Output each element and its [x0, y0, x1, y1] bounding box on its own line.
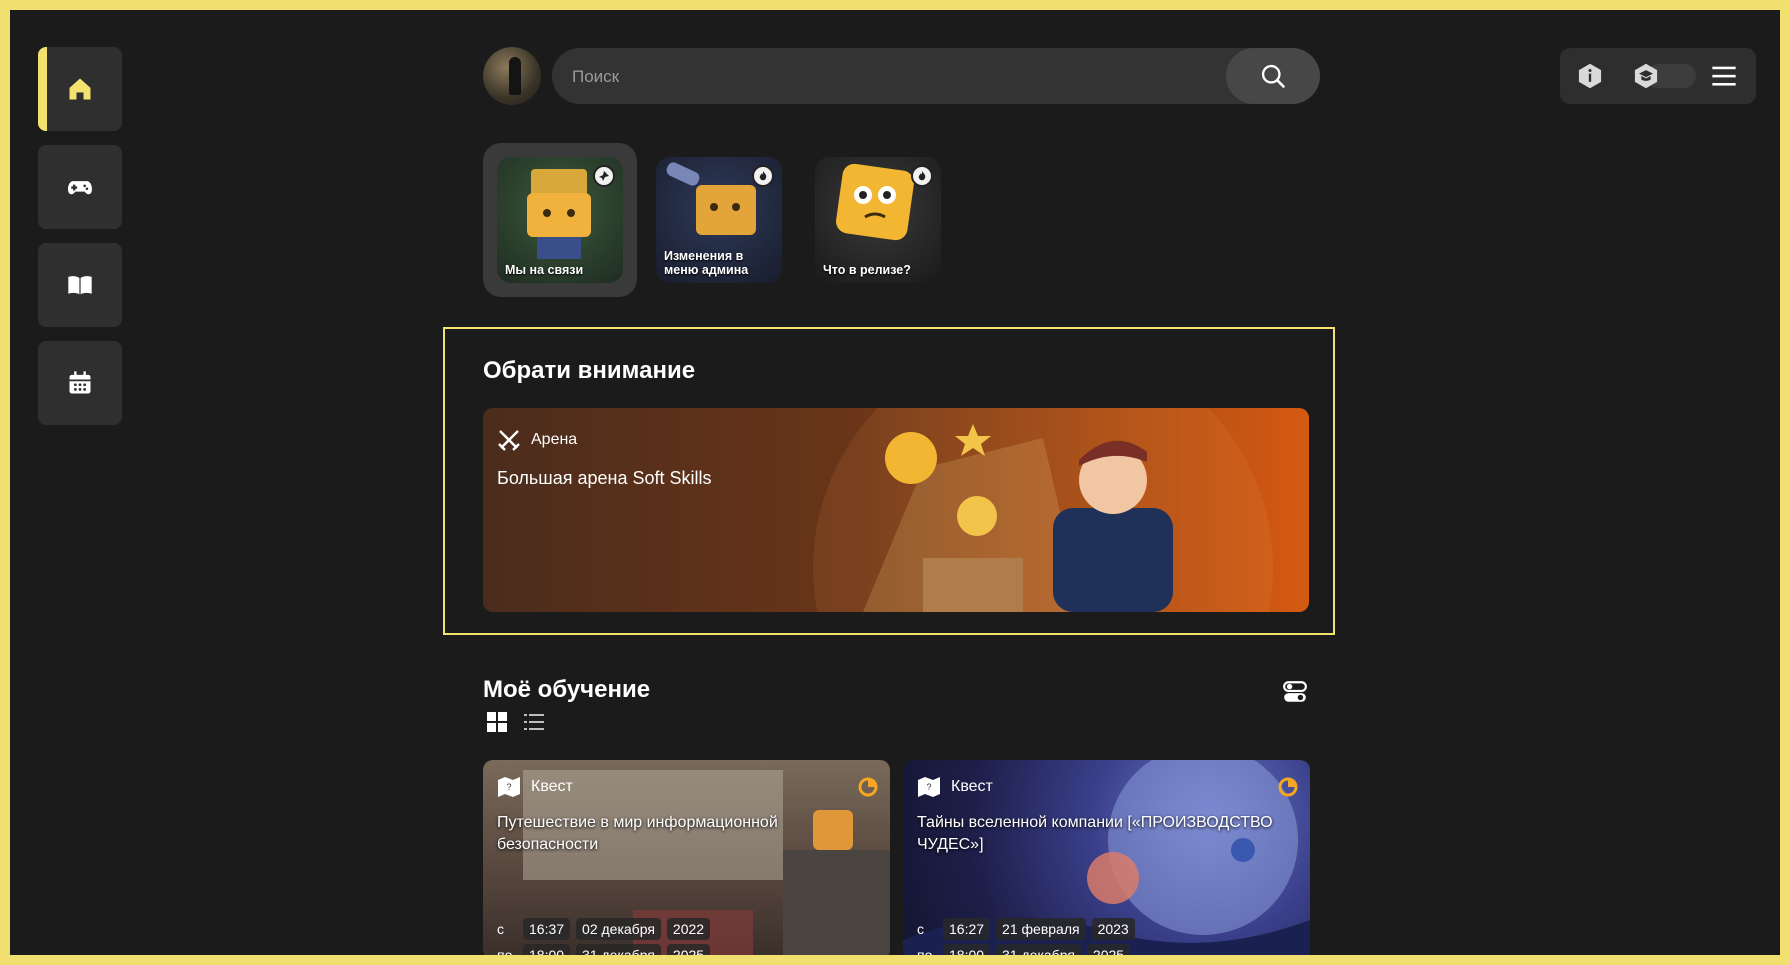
start-year: 2023: [1091, 918, 1135, 940]
end-date-row: по 18:00 31 декабря 2025: [497, 944, 711, 955]
swords-icon: [498, 430, 520, 451]
attention-title: Обрати внимание: [483, 357, 696, 384]
start-date-row: с 16:27 21 февраля 2023: [917, 918, 1135, 940]
flame-icon: [911, 165, 933, 187]
gamepad-icon: [68, 181, 92, 195]
quest-tag-label: Квест: [951, 778, 993, 795]
learning-title: Моё обучение: [483, 676, 651, 703]
end-time: 18:00: [943, 944, 991, 955]
svg-text:?: ?: [926, 782, 931, 792]
search-bar: [552, 48, 1320, 106]
book-icon: [68, 276, 92, 295]
story-label: Мы на связи: [505, 263, 584, 277]
progress-clock-icon: [1278, 777, 1298, 797]
arena-banner-card[interactable]: Арена Большая арена Soft Skills: [483, 408, 1309, 612]
start-year: 2022: [666, 918, 711, 940]
story-card[interactable]: Что в релизе?: [815, 157, 941, 283]
pin-icon: [593, 165, 615, 187]
shield-badge-button[interactable]: [1632, 62, 1660, 90]
menu-button[interactable]: [1710, 62, 1738, 90]
start-date: 02 декабря: [576, 918, 661, 940]
arena-title: Большая арена Soft Skills: [497, 468, 712, 488]
end-year: 2025: [666, 944, 711, 955]
arena-tag-label: Арена: [531, 431, 578, 448]
sidebar-item-calendar[interactable]: [38, 341, 122, 425]
from-label: с: [917, 921, 924, 937]
quest-card[interactable]: ? Квест Тайны вселенной компании [«ПРОИЗ…: [903, 760, 1310, 955]
grid-icon: [487, 712, 507, 732]
quest-map-icon: ?: [498, 777, 520, 797]
to-label: по: [917, 947, 933, 955]
menu-icon: [1712, 66, 1736, 86]
end-year: 2025: [1086, 944, 1131, 955]
start-date-row: с 16:37 02 декабря 2022: [497, 918, 711, 940]
shield-badge-icon: [1634, 63, 1658, 89]
from-label: с: [497, 921, 504, 937]
progress-clock-icon: [858, 777, 878, 797]
quest-title: Путешествие в мир информационной безопас…: [497, 814, 778, 853]
quest-tag: ? Квест: [497, 776, 573, 798]
flame-icon: [752, 165, 774, 187]
home-icon: [69, 78, 91, 100]
user-avatar[interactable]: [483, 47, 541, 105]
sidebar-item-games[interactable]: [38, 145, 122, 229]
quest-card[interactable]: ? Квест Путешествие в мир информационной…: [483, 760, 890, 955]
sidebar-item-library[interactable]: [38, 243, 122, 327]
arena-tag: Арена: [497, 428, 577, 452]
start-time: 16:27: [943, 918, 991, 940]
list-icon: [524, 714, 544, 730]
svg-text:?: ?: [506, 782, 511, 792]
list-view-button[interactable]: [522, 710, 546, 734]
search-button[interactable]: [1226, 48, 1320, 104]
info-button[interactable]: [1576, 62, 1604, 90]
quest-tag-label: Квест: [531, 778, 573, 795]
end-date: 31 декабря: [576, 944, 661, 955]
calendar-icon: [69, 371, 91, 394]
app-frame: Мы на связи Изменения в меню админа Что …: [10, 10, 1780, 955]
story-card[interactable]: Мы на связи: [497, 157, 623, 283]
sidebar-item-home[interactable]: [38, 47, 122, 131]
filter-toggle-button[interactable]: [1282, 679, 1308, 705]
toggle-settings-icon: [1283, 681, 1307, 702]
grid-view-button[interactable]: [485, 710, 509, 734]
search-input[interactable]: [570, 48, 1214, 106]
to-label: по: [497, 947, 513, 955]
info-icon: [1578, 63, 1602, 89]
start-date: 21 февраля: [996, 918, 1086, 940]
end-date: 31 декабря: [996, 944, 1081, 955]
story-label: Что в релизе?: [823, 263, 911, 277]
story-label: Изменения в меню админа: [664, 249, 749, 277]
quest-map-icon: ?: [918, 777, 940, 797]
story-card[interactable]: Изменения в меню админа: [656, 157, 782, 283]
quest-title: Тайны вселенной компании [«ПРОИЗВОДСТВО …: [917, 814, 1273, 853]
end-time: 18:00: [523, 944, 571, 955]
end-date-row: по 18:00 31 декабря 2025: [917, 944, 1131, 955]
quest-tag: ? Квест: [917, 776, 993, 798]
top-toolbar: [1560, 48, 1756, 104]
banner-illustration: [813, 408, 1273, 612]
start-time: 16:37: [523, 918, 571, 940]
search-icon: [1261, 64, 1285, 88]
